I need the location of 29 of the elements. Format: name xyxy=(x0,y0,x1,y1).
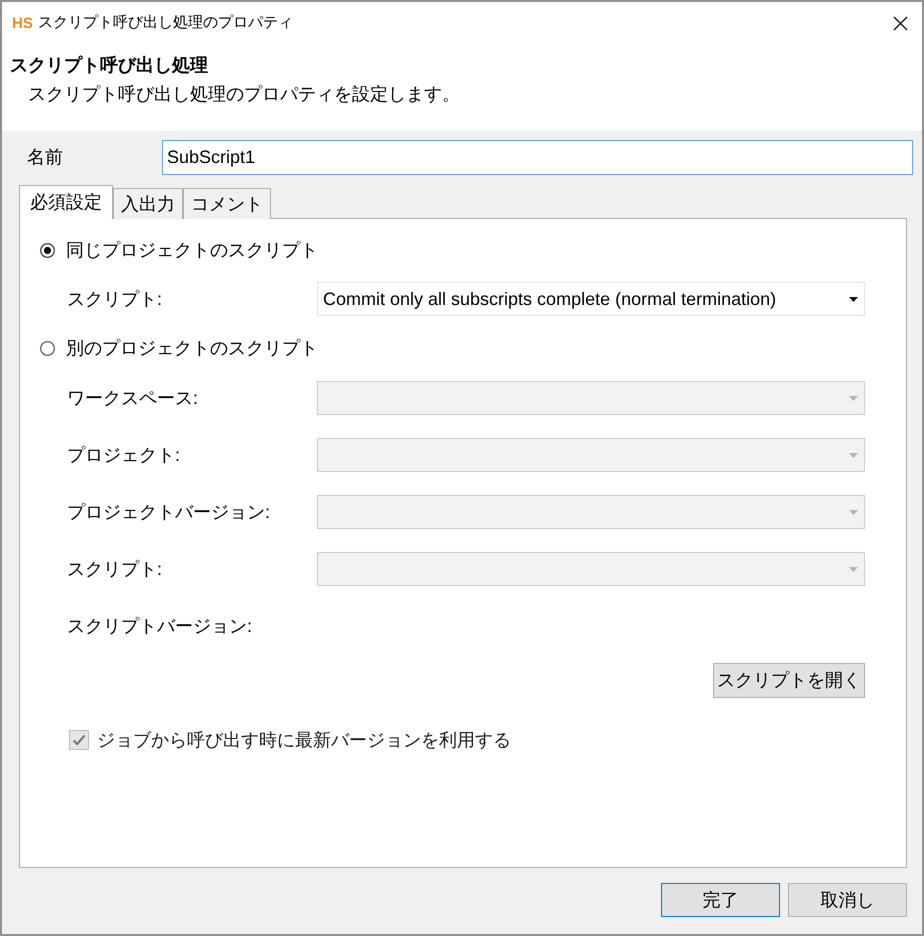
name-field[interactable]: SubScript1 xyxy=(162,140,913,175)
open-script-button[interactable]: スクリプトを開く xyxy=(713,663,865,698)
radio-label[interactable]: 別のプロジェクトのスクリプト xyxy=(66,334,318,362)
radio-label[interactable]: 同じプロジェクトのスクリプト xyxy=(66,236,318,264)
field-label: プロジェクトバージョン: xyxy=(67,500,272,524)
window-title: スクリプト呼び出し処理のプロパティ xyxy=(38,12,293,33)
caret-icon xyxy=(849,566,858,572)
field-label: スクリプトバージョン: xyxy=(67,614,254,638)
field-label: ワークスペース: xyxy=(67,386,200,410)
tab[interactable]: 必須設定 xyxy=(19,185,113,219)
app-logo: HS xyxy=(12,16,33,30)
header-description: スクリプト呼び出し処理のプロパティを設定します。 xyxy=(28,83,460,105)
dialog-button[interactable]: 取消し xyxy=(788,883,907,917)
radio-button[interactable] xyxy=(40,340,55,356)
caret-icon xyxy=(849,396,858,400)
close-icon xyxy=(892,16,908,30)
caret-icon xyxy=(849,510,858,514)
caret-icon xyxy=(849,452,858,458)
dropdown[interactable]: Commit only all subscripts complete (normal termination) xyxy=(317,282,865,316)
dialog-button[interactable]: 完了 xyxy=(661,883,780,917)
field-label: 名前 xyxy=(27,146,64,169)
tab[interactable]: 入出力 xyxy=(113,188,183,219)
field-label: スクリプト: xyxy=(67,558,164,580)
field-label: プロジェクト: xyxy=(67,444,182,466)
field-label: スクリプト: xyxy=(67,288,164,310)
caret-icon xyxy=(849,296,858,302)
tab[interactable]: コメント xyxy=(183,188,271,219)
radio-button[interactable] xyxy=(40,242,55,258)
header-title: スクリプト呼び出し処理 xyxy=(10,54,208,76)
